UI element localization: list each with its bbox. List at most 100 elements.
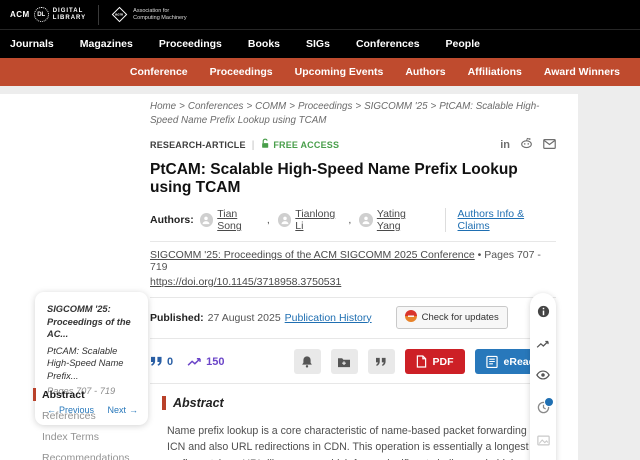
breadcrumb: Home>Conferences>COMM>Proceedings>SIGCOM… [150, 100, 562, 128]
view-icon[interactable] [536, 370, 550, 380]
figures-icon[interactable] [537, 435, 550, 446]
divider [150, 383, 556, 384]
downloads-count: 150 [206, 356, 224, 368]
breadcrumb-separator: > [355, 101, 361, 112]
confnav-conference[interactable]: Conference [130, 66, 188, 78]
publication-history-link[interactable]: Publication History [285, 312, 372, 324]
nav-people[interactable]: People [446, 38, 480, 50]
confnav-proceedings[interactable]: Proceedings [210, 66, 273, 78]
section-nav-references[interactable]: References [33, 410, 130, 422]
breadcrumb-separator: > [431, 101, 437, 112]
breadcrumb-conferences[interactable]: Conferences [188, 101, 244, 112]
metrics: 0 150 [150, 356, 224, 368]
author-link[interactable]: Yating Yang [377, 208, 431, 232]
doi-line: https://doi.org/10.1145/3718958.3750531 [150, 276, 556, 288]
main-nav: Journals Magazines Proceedings Books SIG… [0, 30, 640, 58]
nav-sigs[interactable]: SIGs [306, 38, 330, 50]
meta-divider: | [252, 140, 255, 151]
alerts-button[interactable] [294, 349, 321, 374]
breadcrumb-separator: > [246, 101, 252, 112]
doi-link[interactable]: https://doi.org/10.1145/3718958.3750531 [150, 276, 341, 288]
add-to-collection-button[interactable] [331, 349, 358, 374]
reddit-icon[interactable] [520, 136, 533, 154]
confnav-award-winners[interactable]: Award Winners [544, 66, 620, 78]
author-item: Yating Yang [359, 208, 430, 232]
published-date: 27 August 2025 [208, 312, 281, 324]
card-venue-link[interactable]: SIGCOMM '25: Proceedings of the AC... [47, 303, 138, 341]
notification-badge [544, 397, 554, 407]
email-icon[interactable] [543, 136, 556, 154]
section-nav-recommendations[interactable]: Recommendations [33, 452, 130, 460]
downloads-metric[interactable]: 150 [187, 356, 224, 368]
nav-proceedings[interactable]: Proceedings [159, 38, 222, 50]
section-nav-abstract[interactable]: Abstract [33, 388, 130, 401]
conference-nav: Conference Proceedings Upcoming Events A… [0, 58, 640, 86]
logo-divider [98, 5, 99, 25]
abstract-heading: Abstract [173, 396, 224, 410]
abstract-heading-row: Abstract [162, 396, 556, 410]
confnav-affiliations[interactable]: Affiliations [468, 66, 522, 78]
digital-library-text: DIGITAL LIBRARY [53, 8, 86, 22]
breadcrumb-separator: > [289, 101, 295, 112]
ereader-icon [486, 355, 498, 368]
venue-link[interactable]: SIGCOMM '25: Proceedings of the ACM SIGC… [150, 249, 475, 261]
nav-conferences[interactable]: Conferences [356, 38, 420, 50]
share-icons: in [500, 136, 556, 154]
author-avatar-icon [359, 213, 373, 227]
breadcrumb-home[interactable]: Home [150, 101, 176, 112]
info-icon[interactable] [537, 305, 550, 318]
published-label: Published: [150, 312, 204, 324]
metrics-icon[interactable] [536, 339, 550, 349]
citation-metric[interactable]: 0 [150, 356, 173, 368]
authors-info-claims-link[interactable]: Authors Info & Claims [445, 208, 556, 232]
article-type-label: RESEARCH-ARTICLE [150, 140, 246, 150]
author-link[interactable]: Tianlong Li [295, 208, 344, 232]
free-access-label: FREE ACCESS [273, 140, 339, 150]
page-container: Home>Conferences>COMM>Proceedings>SIGCOM… [0, 94, 578, 460]
divider [150, 297, 556, 298]
acm-association-logo[interactable]: acm Association for Computing Machinery [111, 8, 187, 21]
right-arrow-icon: → [129, 405, 138, 415]
nav-books[interactable]: Books [248, 38, 280, 50]
abstract-section: Abstract Name prefix lookup is a core ch… [162, 396, 556, 460]
author-item: Tianlong Li, [278, 208, 355, 232]
abstract-text: Name prefix lookup is a core characteris… [167, 423, 545, 460]
breadcrumb-sigcomm25[interactable]: SIGCOMM '25 [364, 101, 427, 112]
cite-button[interactable] [368, 349, 395, 374]
open-lock-icon [260, 136, 270, 154]
breadcrumb-comm[interactable]: COMM [255, 101, 286, 112]
author-link[interactable]: Tian Song [217, 208, 263, 232]
divider [150, 241, 556, 242]
confnav-authors[interactable]: Authors [405, 66, 445, 78]
quote-icon [150, 356, 163, 367]
author-avatar-icon [200, 213, 213, 227]
breadcrumb-proceedings[interactable]: Proceedings [298, 101, 352, 112]
dl-gear-icon: DL [34, 7, 49, 22]
history-icon[interactable] [537, 401, 550, 414]
article-meta-row: RESEARCH-ARTICLE | FREE ACCESS in [150, 136, 556, 154]
acm-logo-text: ACM [10, 10, 30, 19]
metrics-actions-row: 0 150 PDF [150, 349, 556, 374]
acm-diamond-icon: acm [112, 7, 128, 23]
nav-journals[interactable]: Journals [10, 38, 54, 50]
action-buttons: PDF eReader [294, 349, 556, 374]
linkedin-icon[interactable]: in [500, 139, 510, 151]
author-separator: , [348, 214, 351, 226]
author-item: Tian Song, [200, 208, 274, 232]
folder-plus-icon [337, 356, 351, 368]
acm-dl-logo[interactable]: ACM DL DIGITAL LIBRARY [10, 7, 86, 22]
pdf-label: PDF [433, 356, 454, 368]
section-nav-index-terms[interactable]: Index Terms [33, 431, 130, 443]
citation-count: 0 [167, 356, 173, 368]
nav-magazines[interactable]: Magazines [80, 38, 133, 50]
pdf-button[interactable]: PDF [405, 349, 465, 374]
authors-label: Authors: [150, 214, 194, 226]
section-accent-bar [162, 396, 166, 410]
article-main: RESEARCH-ARTICLE | FREE ACCESS in [150, 136, 556, 460]
confnav-upcoming-events[interactable]: Upcoming Events [295, 66, 384, 78]
article-section-nav: Abstract References Index Terms Recommen… [33, 388, 130, 460]
breadcrumb-separator: > [179, 101, 185, 112]
article-type-access: RESEARCH-ARTICLE | FREE ACCESS [150, 136, 339, 154]
check-for-updates-button[interactable]: Check for updates [396, 306, 508, 329]
trending-up-icon [187, 356, 202, 367]
